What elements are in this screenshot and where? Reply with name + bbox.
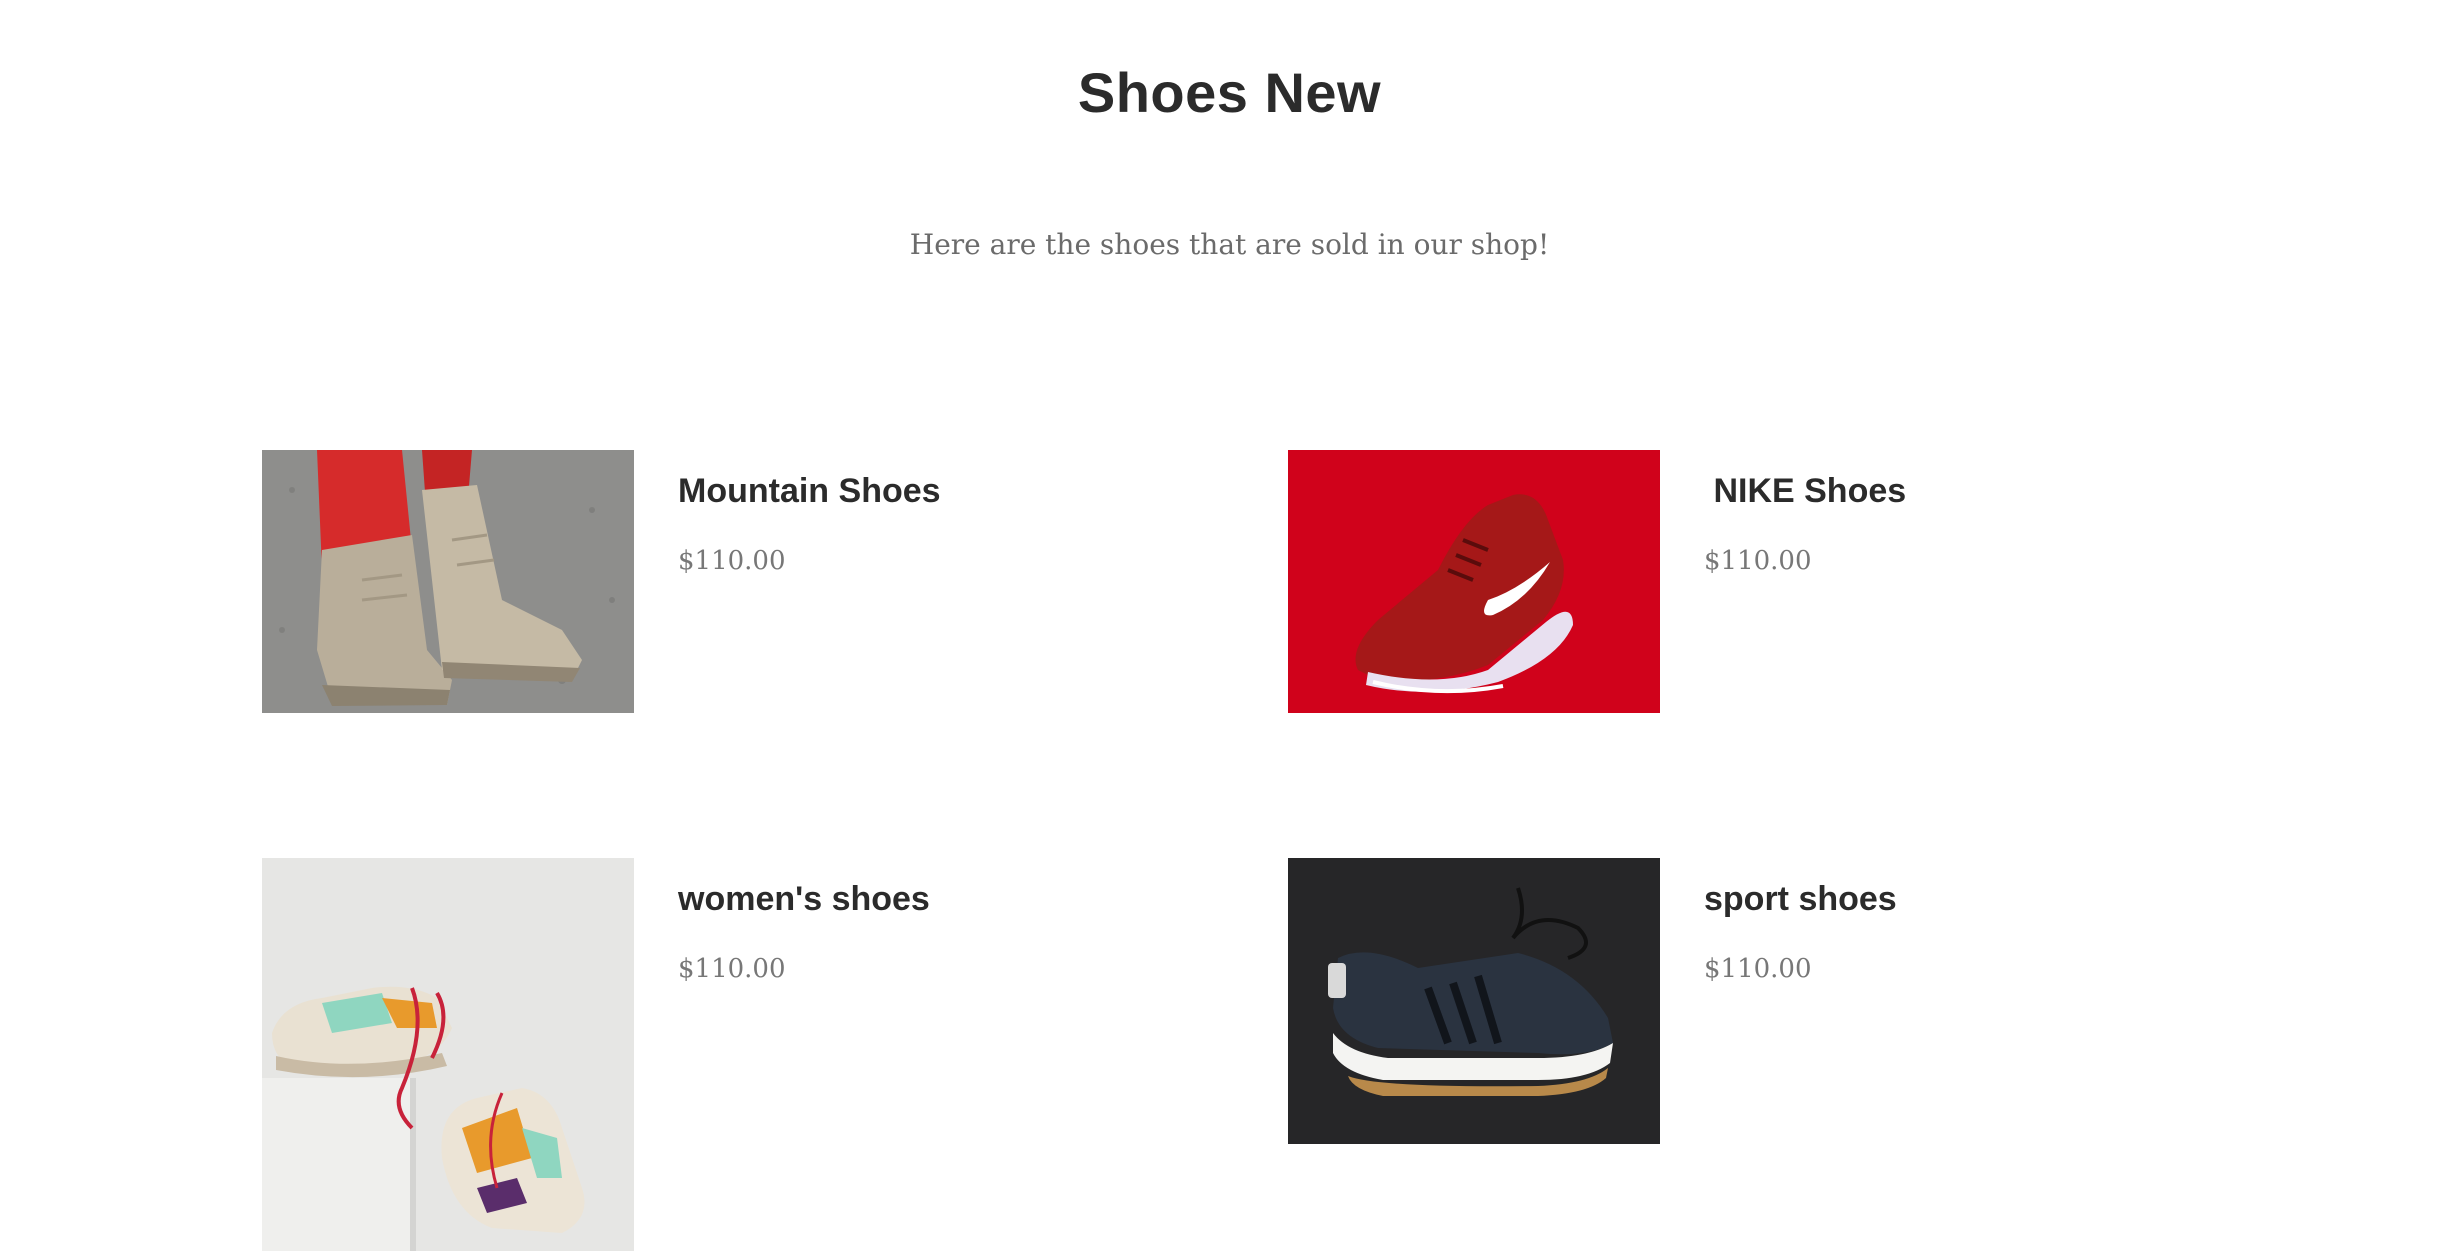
red-sneaker-photo[interactable] — [1288, 450, 1660, 713]
shop-page: Shoes New Here are the shoes that are so… — [0, 0, 2459, 1251]
product-price: $110.00 — [678, 954, 786, 984]
tan-boots-photo[interactable] — [262, 450, 634, 713]
colorful-sneakers-photo[interactable] — [262, 858, 634, 1251]
product-price: $110.00 — [1704, 954, 1812, 984]
product-price: $110.00 — [1704, 546, 1812, 576]
product-price: $110.00 — [678, 546, 786, 576]
page-title: Shoes New — [1077, 61, 1382, 124]
product-name[interactable]: NIKE Shoes — [1704, 472, 1906, 511]
product-name[interactable]: Mountain Shoes — [678, 472, 941, 511]
product-name[interactable]: sport shoes — [1704, 880, 1897, 919]
black-sneaker-photo[interactable] — [1288, 858, 1660, 1144]
product-name[interactable]: women's shoes — [678, 880, 930, 919]
page-subtitle: Here are the shoes that are sold in our … — [909, 228, 1550, 261]
